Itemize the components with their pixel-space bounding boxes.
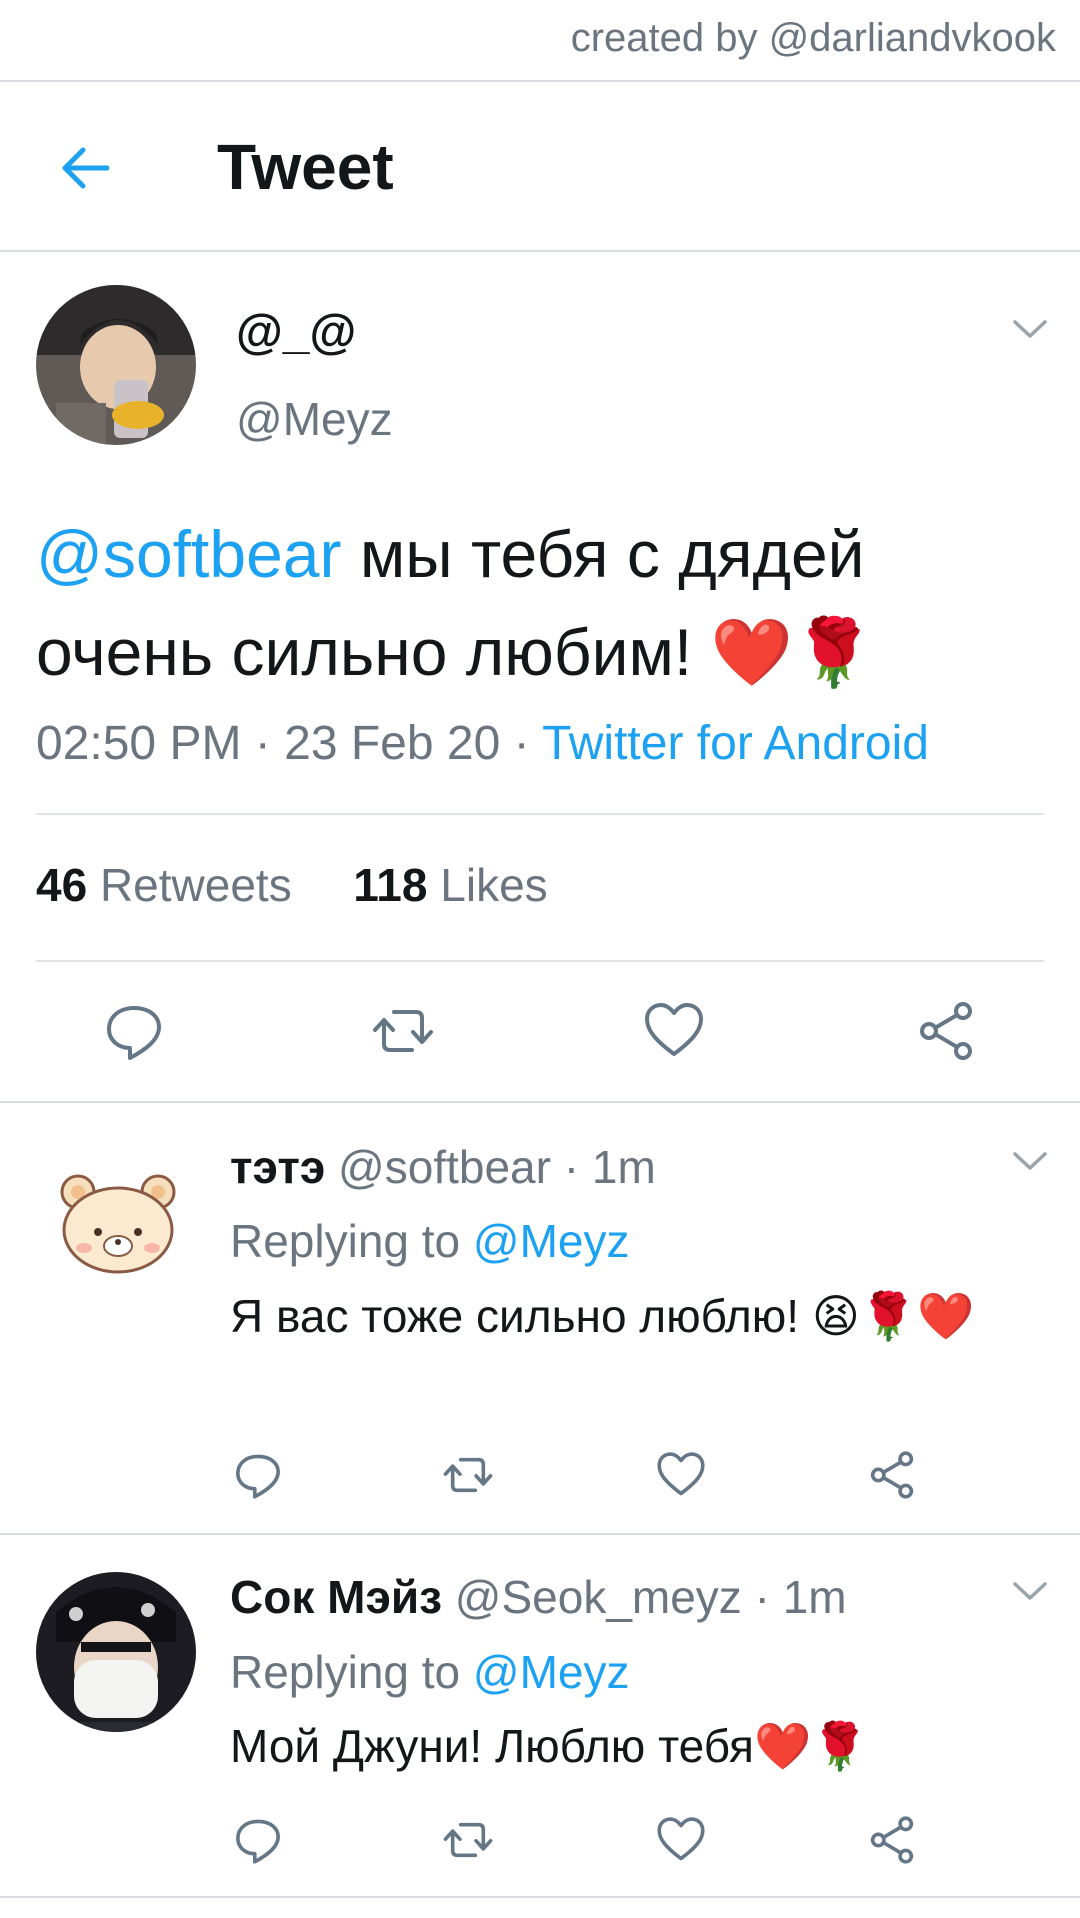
- stats-bottom-divider: [36, 960, 1044, 962]
- replying-to: Replying to @Meyz: [230, 1645, 630, 1699]
- share-icon: [920, 1002, 972, 1060]
- reply-button[interactable]: [103, 1000, 165, 1062]
- reply-time: 1m: [782, 1571, 847, 1623]
- replying-to-label: Replying to: [230, 1646, 461, 1698]
- retweets-count: 46: [36, 859, 88, 911]
- likes-count: 118: [353, 859, 428, 911]
- reply-icon: [236, 1819, 280, 1864]
- retweets-label: Retweets: [99, 859, 292, 911]
- retweet-icon: [443, 1822, 493, 1858]
- avatar[interactable]: [36, 1572, 196, 1732]
- share-icon: [870, 1451, 914, 1499]
- reply-icon: [236, 1454, 280, 1499]
- avatar[interactable]: [36, 285, 196, 445]
- chevron-down-icon: [1013, 1582, 1047, 1600]
- like-button[interactable]: [656, 1815, 706, 1865]
- back-button[interactable]: [55, 138, 115, 198]
- retweet-icon: [373, 1010, 433, 1052]
- reply-text: Мой Джуни! Люблю тебя❤️🌹: [230, 1720, 869, 1772]
- source-link[interactable]: Twitter for Android: [542, 717, 929, 770]
- reply-button[interactable]: [233, 1815, 283, 1865]
- meta-separator: ·: [563, 1141, 592, 1193]
- reply-menu-button[interactable]: [1012, 1580, 1048, 1602]
- tweet-meta: 02:50 PM · 23 Feb 20 · Twitter for Andro…: [36, 716, 929, 771]
- page-title: Tweet: [217, 131, 394, 203]
- meta-separator: ·: [754, 1571, 783, 1623]
- reply-text: Я вас тоже сильно люблю! 😫🌹❤️: [230, 1290, 975, 1342]
- tweet-stats: 46 Retweets 118 Likes: [36, 858, 548, 912]
- arrow-left-icon: [62, 147, 110, 189]
- reply-header: тэтэ @softbear · 1m: [230, 1140, 656, 1194]
- heart-icon: [645, 1003, 703, 1056]
- stats-top-divider: [36, 813, 1044, 815]
- share-icon: [870, 1816, 914, 1864]
- share-button[interactable]: [867, 1815, 917, 1865]
- reply-time: 1m: [591, 1141, 656, 1193]
- heart-icon: [657, 1452, 705, 1496]
- reply-author-handle[interactable]: @softbear: [338, 1141, 551, 1193]
- bottom-divider: [0, 1896, 1080, 1898]
- display-name[interactable]: @_@: [236, 305, 356, 360]
- likes-label: Likes: [440, 859, 548, 911]
- meta-separator: ·: [254, 717, 285, 770]
- like-button[interactable]: [656, 1450, 706, 1500]
- thread-divider: [0, 1101, 1080, 1103]
- retweet-icon: [443, 1457, 493, 1493]
- avatar[interactable]: [56, 1170, 180, 1274]
- tweet-date: 23 Feb 20: [284, 717, 501, 770]
- reply-author-handle[interactable]: @Seok_meyz: [455, 1571, 742, 1623]
- replying-to-link[interactable]: @Meyz: [473, 1646, 630, 1698]
- reply-menu-button[interactable]: [1012, 1150, 1048, 1172]
- replying-to-link[interactable]: @Meyz: [473, 1215, 630, 1267]
- replying-to-label: Replying to: [230, 1215, 461, 1267]
- reply-button[interactable]: [233, 1450, 283, 1500]
- reply-header: Сок Мэйз @Seok_meyz · 1m: [230, 1570, 847, 1624]
- heart-icon: [657, 1817, 705, 1861]
- reply-divider: [0, 1533, 1080, 1535]
- mention-link[interactable]: @softbear: [36, 517, 341, 591]
- retweets-stat[interactable]: 46 Retweets: [36, 859, 292, 911]
- share-button[interactable]: [867, 1450, 917, 1500]
- share-button[interactable]: [915, 1000, 977, 1062]
- retweet-button[interactable]: [443, 1450, 493, 1500]
- likes-stat[interactable]: 118 Likes: [353, 859, 547, 911]
- tweet-time: 02:50 PM: [36, 717, 242, 770]
- reply-author-name[interactable]: Сок Мэйз: [230, 1571, 442, 1623]
- reply-icon: [107, 1006, 161, 1060]
- top-divider: [0, 80, 1080, 82]
- user-handle[interactable]: @Meyz: [236, 392, 393, 446]
- replying-to: Replying to @Meyz: [230, 1214, 630, 1268]
- header-divider: [0, 250, 1080, 252]
- like-button[interactable]: [643, 1000, 705, 1062]
- chevron-down-icon: [1013, 1152, 1047, 1170]
- retweet-button[interactable]: [443, 1815, 493, 1865]
- reply-author-name[interactable]: тэтэ: [230, 1141, 325, 1193]
- retweet-button[interactable]: [372, 1000, 434, 1062]
- tweet-menu-button[interactable]: [1012, 318, 1048, 340]
- chevron-down-icon: [1013, 320, 1047, 338]
- tweet-text: @softbear мы тебя с дядей очень сильно л…: [36, 505, 1046, 701]
- meta-separator: ·: [513, 717, 543, 770]
- credit-text: created by @darliandvkook: [570, 16, 1056, 60]
